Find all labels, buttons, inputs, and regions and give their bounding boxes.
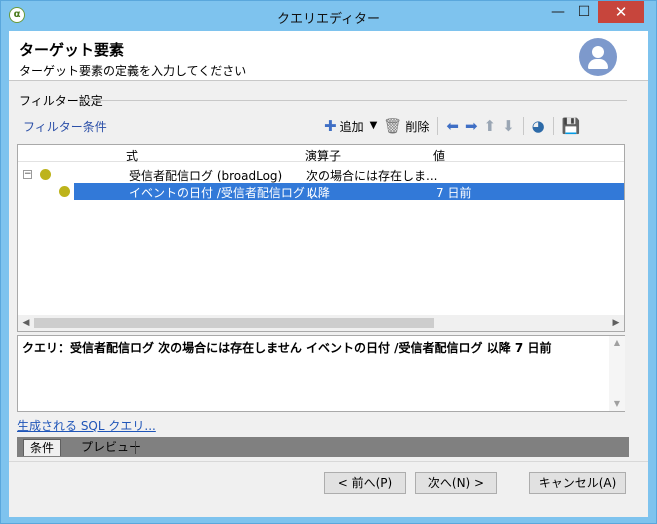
user-avatar-icon <box>579 38 617 76</box>
maximize-button[interactable]: ☐ <box>571 1 597 23</box>
title-bar[interactable]: α クエリエディター — ☐ ✕ <box>1 1 656 31</box>
toolbar-separator <box>437 117 439 135</box>
move-up-button[interactable]: ⬆ <box>481 115 500 137</box>
page-subtitle: ターゲット要素の定義を入力してください <box>19 64 247 78</box>
move-right-button[interactable]: ➡ <box>462 115 481 137</box>
move-left-button[interactable]: ⬅ <box>443 115 462 137</box>
move-down-button[interactable]: ⬇ <box>499 115 518 137</box>
delete-button-label: 削除 <box>405 119 430 134</box>
minimize-button[interactable]: — <box>545 1 571 23</box>
group-divider <box>85 100 627 101</box>
row-operator: 以降 <box>306 186 331 200</box>
scrollbar-thumb[interactable] <box>34 318 434 328</box>
next-button[interactable]: 次へ(N) > <box>415 472 497 494</box>
tab-preview[interactable]: プレビュー <box>75 439 147 456</box>
scroll-down-icon[interactable]: ▼ <box>609 397 625 411</box>
close-button[interactable]: ✕ <box>598 1 644 23</box>
column-expression[interactable]: 式 <box>126 147 138 164</box>
distribution-icon: ◕ <box>531 117 545 135</box>
add-button[interactable]: ✚ 追加 <box>321 115 367 137</box>
row-expression: イベントの日付 /受信者配信ログ (... <box>129 186 325 200</box>
generated-sql-link[interactable]: 生成される SQL クエリ... <box>17 417 156 434</box>
row-expression: 受信者配信ログ (broadLog) <box>129 169 283 183</box>
page-title: ターゲット要素 <box>19 41 125 59</box>
horizontal-scrollbar[interactable]: ◀ ▶ <box>18 315 624 331</box>
collapse-toggle[interactable]: − <box>23 170 32 179</box>
dialog-client-area: ターゲット要素 ターゲット要素の定義を入力してください フィルター設定 フィルタ… <box>9 31 648 517</box>
toolbar-separator <box>552 117 554 135</box>
add-button-label: 追加 <box>339 119 364 134</box>
arrow-down-icon: ⬇ <box>502 117 515 135</box>
condition-dot-icon <box>40 169 51 180</box>
tree-header: 式 演算子 値 <box>18 145 624 164</box>
condition-dot-icon <box>59 186 70 197</box>
filter-toolbar: ✚ 追加 ▼ 🗑 削除 ⬅ ➡ ⬆ ⬇ ◕ 💾 <box>321 115 583 137</box>
distribution-button[interactable]: ◕ <box>529 115 548 137</box>
wizard-header: ターゲット要素 ターゲット要素の定義を入力してください <box>9 31 648 81</box>
query-summary[interactable]: クエリ：受信者配信ログ 次の場合には存在しません イベントの日付 /受信者配信ロ… <box>17 335 625 412</box>
dropdown-arrow-icon: ▼ <box>369 120 378 131</box>
row-value: 7 日前 <box>436 186 472 200</box>
query-editor-window: α クエリエディター — ☐ ✕ ターゲット要素 ターゲット要素の定義を入力して… <box>0 0 657 524</box>
tab-conditions[interactable]: 条件 <box>23 439 62 456</box>
row-operator: 次の場合には存在しま... <box>306 169 438 183</box>
footer-divider <box>9 461 648 462</box>
scroll-left-icon[interactable]: ◀ <box>18 315 34 331</box>
back-button[interactable]: < 前へ(P) <box>324 472 406 494</box>
query-summary-text: クエリ：受信者配信ログ 次の場合には存在しません イベントの日付 /受信者配信ロ… <box>22 341 552 355</box>
filter-conditions-label: フィルター条件 <box>23 120 107 134</box>
add-condition-icon: ✚ <box>324 117 337 135</box>
arrow-left-icon: ⬅ <box>446 117 459 135</box>
toolbar-separator <box>522 117 524 135</box>
tree-row[interactable]: − 受信者配信ログ (broadLog) 次の場合には存在しま... <box>18 166 624 183</box>
arrow-up-icon: ⬆ <box>483 117 497 135</box>
tab-strip: 条件 プレビュー <box>17 437 629 457</box>
trash-icon: 🗑 <box>383 117 403 135</box>
cancel-button[interactable]: キャンセル(A) <box>529 472 626 494</box>
scroll-right-icon[interactable]: ▶ <box>608 315 624 331</box>
tab-separator <box>135 441 136 454</box>
add-dropdown-button[interactable]: ▼ <box>367 115 381 137</box>
delete-button[interactable]: 🗑 削除 <box>380 115 432 137</box>
filter-tree[interactable]: 式 演算子 値 − 受信者配信ログ (broadLog) 次の場合には存在しま.… <box>17 144 625 332</box>
tree-row-selected[interactable]: イベントの日付 /受信者配信ログ (... 以降 7 日前 <box>18 183 624 200</box>
scroll-up-icon[interactable]: ▲ <box>609 336 625 350</box>
column-operator[interactable]: 演算子 <box>305 147 341 164</box>
save-button[interactable]: 💾 <box>559 115 584 137</box>
arrow-right-icon: ➡ <box>464 117 478 135</box>
column-value[interactable]: 値 <box>433 147 445 164</box>
vertical-scrollbar[interactable]: ▲ ▼ <box>609 336 625 411</box>
save-icon: 💾 <box>561 117 581 135</box>
